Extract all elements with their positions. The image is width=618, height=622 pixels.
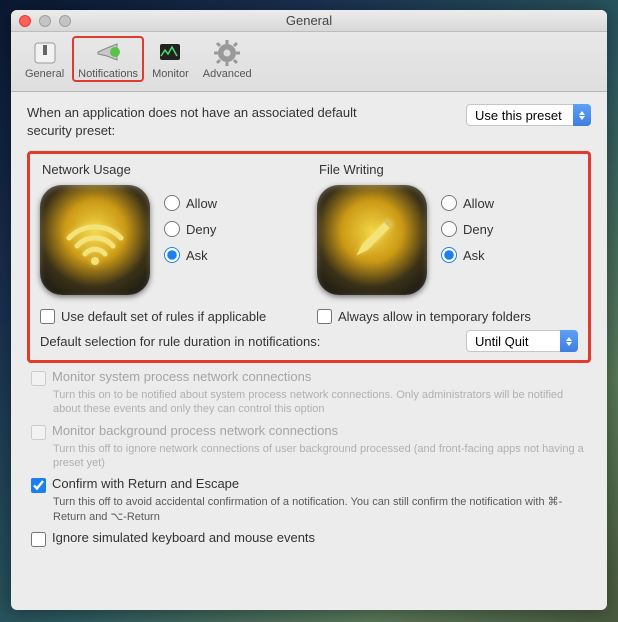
preset-select[interactable]: Use this preset [466, 104, 591, 126]
duration-label: Default selection for rule duration in n… [40, 334, 320, 349]
file-ask-radio[interactable]: Ask [441, 247, 494, 263]
duration-row: Default selection for rule duration in n… [40, 330, 578, 352]
monitor-system-checkbox: Monitor system process network connectio… [31, 369, 587, 386]
preset-row: When an application does not have an ass… [27, 104, 591, 139]
network-usage-title: Network Usage [42, 162, 301, 177]
switch-icon [30, 38, 60, 68]
tab-notifications[interactable]: Notifications [72, 36, 144, 82]
network-deny-radio[interactable]: Deny [164, 221, 217, 237]
monitor-system-option: Monitor system process network connectio… [31, 369, 587, 417]
confirm-checkbox[interactable]: Confirm with Return and Escape [31, 476, 587, 493]
toolbar: General Notifications Monitor Advanced [11, 32, 607, 92]
file-allow-radio[interactable]: Allow [441, 195, 494, 211]
content-area: When an application does not have an ass… [11, 92, 607, 610]
lower-options: Monitor system process network connectio… [27, 369, 591, 547]
megaphone-icon [93, 38, 123, 68]
network-allow-radio[interactable]: Allow [164, 195, 217, 211]
tab-advanced[interactable]: Advanced [197, 36, 258, 80]
file-writing-title: File Writing [319, 162, 578, 177]
tab-general[interactable]: General [19, 36, 70, 80]
highlighted-section: Network Usage [27, 151, 591, 363]
pencil-icon [317, 185, 427, 295]
window-title: General [11, 13, 607, 28]
titlebar: General [11, 10, 607, 32]
preset-label: When an application does not have an ass… [27, 104, 367, 139]
monitor-bg-checkbox: Monitor background process network conne… [31, 423, 587, 440]
temp-folders-checkbox[interactable]: Always allow in temporary folders [317, 309, 578, 324]
network-ask-radio[interactable]: Ask [164, 247, 217, 263]
network-usage-group: Network Usage [40, 162, 301, 324]
wifi-icon [40, 185, 150, 295]
preferences-window: General General Notifications Monitor A [11, 10, 607, 610]
duration-select[interactable]: Until Quit [466, 330, 578, 352]
gear-icon [212, 38, 242, 68]
monitor-icon [155, 38, 185, 68]
ignore-sim-checkbox[interactable]: Ignore simulated keyboard and mouse even… [31, 530, 587, 547]
file-deny-radio[interactable]: Deny [441, 221, 494, 237]
tab-monitor[interactable]: Monitor [146, 36, 195, 80]
default-rules-checkbox[interactable]: Use default set of rules if applicable [40, 309, 301, 324]
monitor-bg-option: Monitor background process network conne… [31, 423, 587, 471]
file-writing-group: File Writing [317, 162, 578, 324]
duration-select-wrap: Until Quit [466, 330, 578, 352]
ignore-sim-option: Ignore simulated keyboard and mouse even… [31, 530, 587, 547]
confirm-option: Confirm with Return and Escape Turn this… [31, 476, 587, 524]
preset-select-wrap: Use this preset [466, 104, 591, 126]
